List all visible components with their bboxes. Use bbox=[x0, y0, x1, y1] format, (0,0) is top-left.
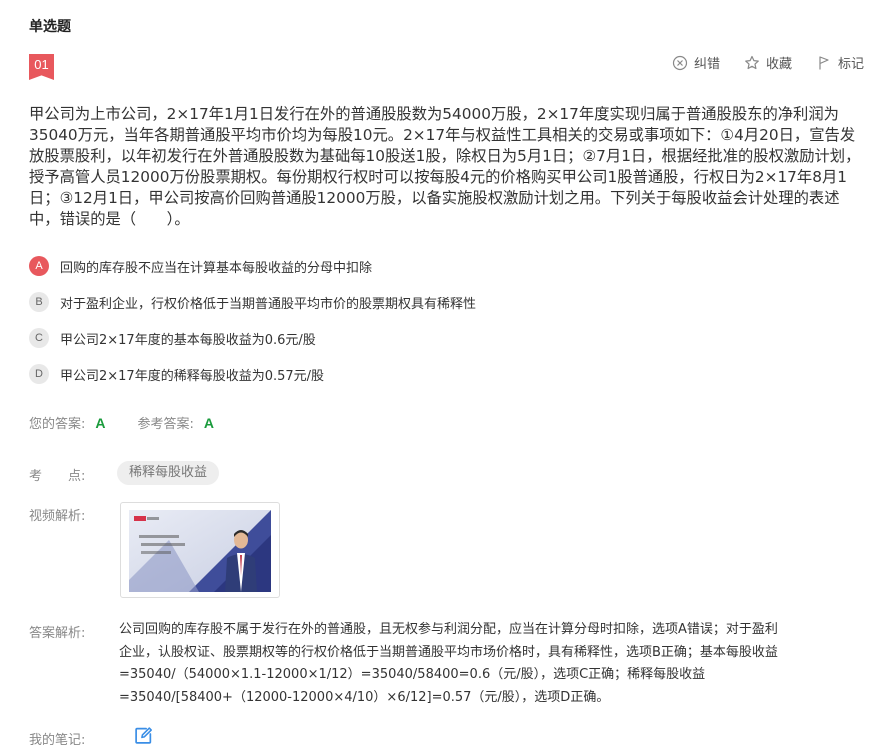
answer-row: 您的答案: A 参考答案: A bbox=[29, 413, 215, 433]
error-report-icon bbox=[672, 55, 688, 70]
section-title: 单选题 bbox=[29, 19, 71, 35]
option-text: 回购的库存股不应当在计算基本每股收益的分母中扣除 bbox=[60, 260, 373, 276]
report-error-button[interactable]: 纠错 bbox=[672, 53, 720, 72]
option-text: 对于盈利企业，行权价格低于当期普通股平均市价的股票期权具有稀释性 bbox=[60, 296, 477, 312]
knowledge-point-tag[interactable]: 稀释每股收益 bbox=[117, 461, 220, 485]
your-answer-value: A bbox=[95, 414, 106, 431]
edit-note-icon[interactable] bbox=[134, 726, 153, 745]
reference-answer-value: A bbox=[203, 414, 215, 431]
video-analysis-label: 视频解析: bbox=[29, 509, 86, 524]
knowledge-point-label: 考 点: bbox=[29, 469, 86, 484]
option-letter: A bbox=[29, 256, 49, 276]
option-text: 甲公司2×17年度的稀释每股收益为0.57元/股 bbox=[60, 368, 325, 384]
answer-analysis-label: 答案解析: bbox=[29, 626, 86, 641]
option-b[interactable]: B 对于盈利企业，行权价格低于当期普通股平均市价的股票期权具有稀释性 bbox=[29, 284, 476, 320]
mark-button[interactable]: 标记 bbox=[816, 53, 864, 72]
mark-label: 标记 bbox=[837, 57, 864, 72]
question-stem: 甲公司为上市公司，2×17年1月1日发行在外的普通股股数为54000万股，2×1… bbox=[29, 105, 861, 228]
favorite-label: 收藏 bbox=[765, 57, 792, 72]
flag-icon bbox=[819, 55, 829, 69]
option-a[interactable]: A 回购的库存股不应当在计算基本每股收益的分母中扣除 bbox=[29, 248, 476, 284]
option-letter: C bbox=[29, 328, 49, 348]
option-d[interactable]: D 甲公司2×17年度的稀释每股收益为0.57元/股 bbox=[29, 356, 476, 392]
question-actions: 纠错 收藏 标记 bbox=[648, 53, 864, 72]
report-error-label: 纠错 bbox=[693, 57, 720, 72]
video-thumbnail[interactable] bbox=[120, 502, 280, 598]
option-letter: D bbox=[29, 364, 49, 384]
video-preview-image bbox=[129, 510, 271, 592]
reference-answer-label: 参考答案: bbox=[137, 417, 194, 432]
answer-analysis-text: 公司回购的库存股不属于发行在外的普通股，且无权参与利润分配，应当在计算分母时扣除… bbox=[119, 622, 778, 705]
question-number-badge: 01 bbox=[29, 54, 54, 80]
option-text: 甲公司2×17年度的基本每股收益为0.6元/股 bbox=[60, 332, 316, 348]
favorite-button[interactable]: 收藏 bbox=[744, 53, 792, 72]
your-answer-label: 您的答案: bbox=[29, 417, 86, 432]
options-list: A 回购的库存股不应当在计算基本每股收益的分母中扣除 B 对于盈利企业，行权价格… bbox=[29, 248, 476, 392]
option-letter: B bbox=[29, 292, 49, 312]
option-c[interactable]: C 甲公司2×17年度的基本每股收益为0.6元/股 bbox=[29, 320, 476, 356]
my-notes-label: 我的笔记: bbox=[29, 733, 86, 748]
star-icon bbox=[745, 55, 759, 69]
